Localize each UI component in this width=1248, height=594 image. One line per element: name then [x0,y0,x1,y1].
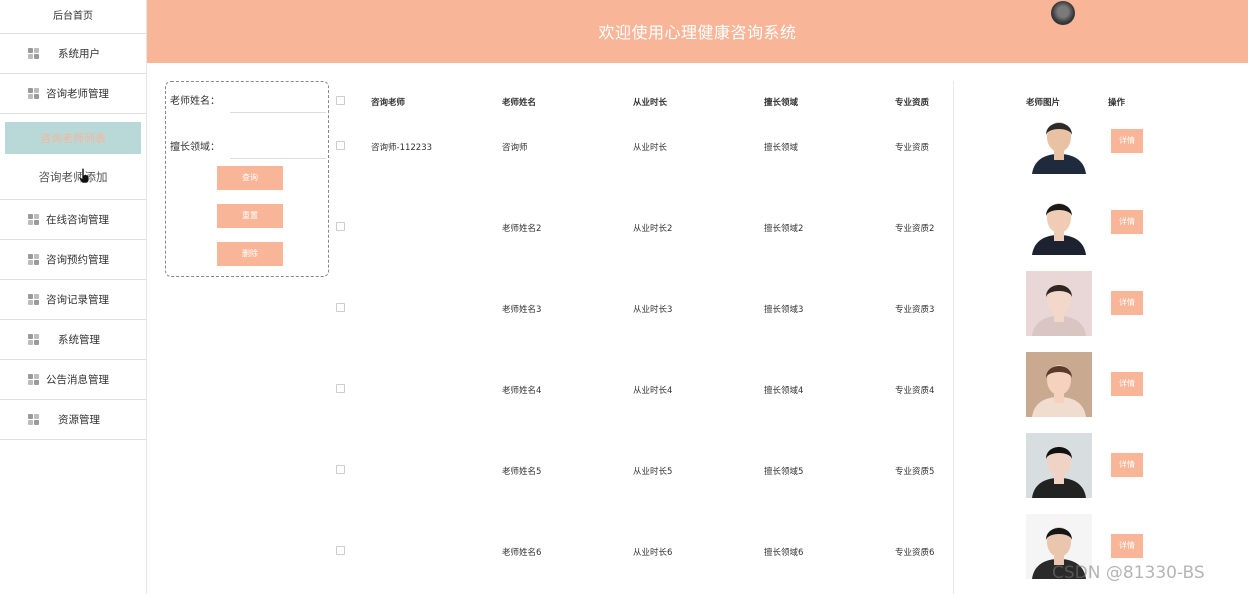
row-checkbox[interactable] [336,303,345,312]
column-header: 擅长领域 [764,98,799,108]
query-button[interactable]: 查询 [217,166,283,190]
reset-button[interactable]: 重置 [217,204,283,228]
hand-cursor-icon [78,168,90,184]
detail-button[interactable]: 详情 [1111,210,1143,234]
teacher-name-label: 老师姓名： [170,96,220,107]
cell-years: 从业时长 [633,143,668,153]
cell-years: 从业时长6 [633,548,673,558]
sidebar-item-online-consult[interactable]: 在线咨询管理 [0,200,146,240]
column-header: 从业时长 [633,98,668,108]
sidebar-item-system-users[interactable]: 系统用户 [0,34,146,74]
cell-field: 擅长领域6 [764,548,804,558]
teacher-photo [1026,109,1092,174]
cell-qualification: 专业资质5 [895,467,935,477]
cell-field: 擅长领域 [764,143,799,153]
sidebar-home[interactable]: 后台首页 [0,0,146,33]
search-panel: 老师姓名： 擅长领域： 查询 重置 删除 [165,81,329,277]
cell-field: 擅长领域4 [764,386,804,396]
cell-teacher-name: 老师姓名6 [502,548,542,558]
detail-button[interactable]: 详情 [1111,129,1143,153]
cell-teacher: 咨询师-112233 [371,143,433,153]
row-checkbox[interactable] [336,546,345,555]
sidebar-item-label: 咨询记录管理 [46,294,109,306]
top-header: 欢迎使用心理健康咨询系统 [147,0,1248,63]
grid-icon [28,293,40,306]
sidebar-subitem-teacher-add[interactable]: 咨询老师添加 [0,154,146,200]
cell-field: 擅长领域2 [764,224,804,234]
teacher-photo [1026,433,1092,498]
detail-button[interactable]: 详情 [1111,291,1143,315]
sidebar-item-label: 系统管理 [58,334,100,346]
teacher-photo [1026,352,1092,417]
sidebar-item-appointment[interactable]: 咨询预约管理 [0,240,146,280]
row-checkbox[interactable] [336,222,345,231]
sidebar-item-system-mgmt[interactable]: 系统管理 [0,320,146,360]
grid-icon [28,87,40,100]
cell-teacher-name: 老师姓名2 [502,224,542,234]
page-title: 欢迎使用心理健康咨询系统 [598,23,797,42]
grid-icon [28,373,40,386]
cell-years: 从业时长4 [633,386,673,396]
row-checkbox[interactable] [336,384,345,393]
row-checkbox[interactable] [336,141,345,150]
detail-button[interactable]: 详情 [1111,453,1143,477]
teacher-name-input[interactable] [230,112,326,113]
grid-icon [28,213,40,226]
column-header: 老师图片 [1026,98,1061,108]
detail-button[interactable]: 详情 [1111,534,1143,558]
sidebar-item-notice[interactable]: 公告消息管理 [0,360,146,400]
column-header: 咨询老师 [371,98,406,108]
sidebar: 后台首页 系统用户 咨询老师管理 咨询老师列表 咨询老师添加 在线咨询管理 咨询… [0,0,147,594]
cell-teacher-name: 老师姓名4 [502,386,542,396]
sidebar-item-teacher-mgmt[interactable]: 咨询老师管理 [0,74,146,114]
avatar[interactable] [1051,1,1075,25]
sidebar-item-label: 公告消息管理 [46,374,109,386]
row-checkbox[interactable] [336,465,345,474]
field-label: 擅长领域： [170,142,220,153]
teacher-table: 咨询老师 老师姓名 从业时长 擅长领域 专业资质 老师图片 操作 咨询师-112… [332,81,1247,594]
cell-field: 擅长领域5 [764,467,804,477]
sidebar-subitem-teacher-list[interactable]: 咨询老师列表 [5,122,141,154]
grid-icon [28,253,40,266]
cell-teacher-name: 咨询师 [502,143,528,153]
field-input[interactable] [230,158,326,159]
sidebar-item-label: 咨询老师添加 [38,169,108,184]
sidebar-item-label: 在线咨询管理 [46,214,109,226]
cell-years: 从业时长5 [633,467,673,477]
teacher-photo [1026,190,1092,255]
column-header: 专业资质 [895,98,930,108]
cell-years: 从业时长3 [633,305,673,315]
cell-qualification: 专业资质6 [895,548,935,558]
cell-years: 从业时长2 [633,224,673,234]
grid-icon [28,47,40,60]
sidebar-item-label: 咨询老师管理 [46,88,109,100]
cell-qualification: 专业资质2 [895,224,935,234]
teacher-photo [1026,271,1092,336]
delete-button[interactable]: 删除 [217,242,283,266]
grid-icon [28,413,40,426]
sidebar-item-records[interactable]: 咨询记录管理 [0,280,146,320]
cell-qualification: 专业资质4 [895,386,935,396]
sidebar-item-label: 资源管理 [58,414,100,426]
select-all-checkbox[interactable] [336,96,345,105]
column-header: 老师姓名 [502,98,537,108]
cell-qualification: 专业资质 [895,143,930,153]
cell-field: 擅长领域3 [764,305,804,315]
sidebar-item-label: 咨询预约管理 [46,254,109,266]
grid-icon [28,333,40,346]
sidebar-item-resource[interactable]: 资源管理 [0,400,146,440]
cell-qualification: 专业资质3 [895,305,935,315]
sidebar-item-label: 系统用户 [58,48,100,60]
column-divider [953,81,954,594]
column-header: 操作 [1108,98,1126,108]
detail-button[interactable]: 详情 [1111,372,1143,396]
cell-teacher-name: 老师姓名5 [502,467,542,477]
main-content: 老师姓名： 擅长领域： 查询 重置 删除 咨询老师 老师姓名 从业时长 擅长领域… [147,63,1248,594]
cell-teacher-name: 老师姓名3 [502,305,542,315]
watermark: CSDN @81330-BS [1052,563,1205,583]
